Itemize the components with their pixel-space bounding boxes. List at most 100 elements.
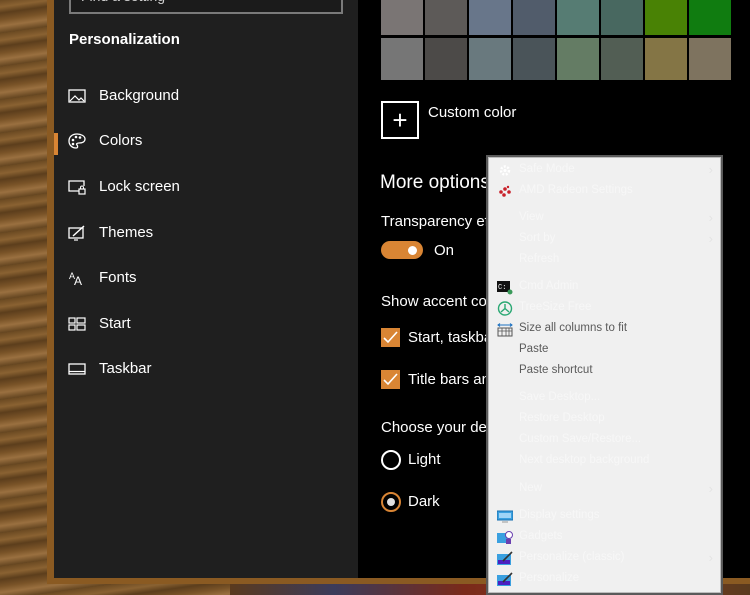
color-swatch[interactable] <box>381 38 423 80</box>
context-menu-item-label: Paste <box>519 343 549 355</box>
context-menu-item-label: TreeSize Free <box>519 301 592 313</box>
palette-icon <box>68 133 86 149</box>
context-menu-item[interactable]: Paste <box>488 340 721 361</box>
light-mode-radio[interactable] <box>381 450 401 470</box>
dark-mode-radio[interactable] <box>381 492 401 512</box>
color-swatch[interactable] <box>513 0 555 35</box>
transparency-state: On <box>434 242 455 259</box>
context-menu-item-label: Paste shortcut <box>519 364 593 376</box>
start-taskbar-checkbox[interactable] <box>381 328 400 347</box>
themes-icon <box>68 225 85 241</box>
submenu-chevron-icon: › <box>708 231 713 246</box>
color-swatch[interactable] <box>425 0 467 35</box>
context-menu-item[interactable]: Paste shortcut <box>488 361 721 382</box>
context-menu-item-label: New <box>519 482 543 494</box>
submenu-chevron-icon: › <box>708 550 713 565</box>
personalize-icon <box>497 572 513 587</box>
transparency-toggle[interactable] <box>381 241 423 259</box>
context-menu-item[interactable]: New › <box>488 479 721 500</box>
context-menu-item[interactable]: Personalize (classic) › <box>488 548 721 569</box>
context-menu-item[interactable]: Next desktop background <box>488 451 721 472</box>
sidebar-item-background[interactable]: Background <box>54 79 358 113</box>
search-icon[interactable]: ⌕ <box>324 0 331 3</box>
context-menu-item[interactable]: Size all columns to fit <box>488 319 721 340</box>
context-menu-item[interactable]: Restore Desktop <box>488 409 721 430</box>
search-placeholder: Find a setting <box>81 0 165 4</box>
gadgets-icon <box>497 530 513 545</box>
svg-text:C:: C: <box>498 284 506 292</box>
cmd-icon: C: <box>497 280 513 295</box>
color-swatch[interactable] <box>469 0 511 35</box>
context-menu-item[interactable]: Gadgets <box>488 527 721 548</box>
color-swatch[interactable] <box>689 0 731 35</box>
gear-icon <box>497 163 513 178</box>
context-menu-item-label: Next desktop background <box>519 454 650 466</box>
color-swatch[interactable] <box>557 38 599 80</box>
context-menu-item-label: Personalize <box>519 572 580 584</box>
find-setting-search[interactable]: Find a setting ⌕ <box>69 0 343 14</box>
light-mode-label[interactable]: Light <box>408 451 441 468</box>
context-menu-item-label: View <box>519 211 544 223</box>
context-menu-item-label: Display settings <box>519 509 600 521</box>
color-swatch[interactable] <box>689 38 731 80</box>
svg-text:A: A <box>74 274 82 286</box>
sidebar-item-label: Background <box>99 87 180 104</box>
context-menu-item[interactable]: Safe Mode › <box>488 160 721 181</box>
context-menu-item-label: Restore Desktop <box>519 412 605 424</box>
lock-screen-icon <box>68 180 86 195</box>
context-menu-item-label: Safe Mode <box>519 163 575 175</box>
desktop-context-menu: Safe Mode › AMD Radeon Settings View › Sort b… <box>486 155 723 595</box>
title-bars-checkbox[interactable] <box>381 370 400 389</box>
context-menu-item-label: Size all columns to fit <box>519 322 628 334</box>
section-title: Personalization <box>69 31 180 48</box>
color-swatch[interactable] <box>513 38 555 80</box>
context-menu-item-label: Gadgets <box>519 530 563 542</box>
context-menu-item-label: Sort by <box>519 232 556 244</box>
checkmark-icon <box>383 331 398 344</box>
custom-color-label[interactable]: Custom color <box>428 104 516 121</box>
sidebar-item-colors[interactable]: Colors <box>54 124 358 158</box>
toggle-knob <box>408 246 417 255</box>
radio-dot <box>387 498 395 506</box>
context-menu-item[interactable]: Refresh <box>488 250 721 271</box>
image-icon <box>68 89 86 103</box>
submenu-chevron-icon: › <box>708 210 713 225</box>
sidebar-item-taskbar[interactable]: Taskbar <box>54 352 358 386</box>
context-menu-item[interactable]: Save Desktop... <box>488 388 721 409</box>
context-menu-item[interactable]: AMD Radeon Settings <box>488 181 721 202</box>
context-menu-item[interactable]: View › <box>488 208 721 229</box>
color-swatch[interactable] <box>601 38 643 80</box>
color-swatch[interactable] <box>645 38 687 80</box>
context-menu-item-label: Personalize (classic) <box>519 551 625 563</box>
context-menu-item[interactable]: C: Cmd Admin <box>488 277 721 298</box>
color-swatch[interactable] <box>469 38 511 80</box>
sidebar-item-start[interactable]: Start <box>54 307 358 341</box>
sidebar-item-lock-screen[interactable]: Lock screen <box>54 170 358 204</box>
sidebar-item-label: Start <box>99 315 131 332</box>
color-swatch[interactable] <box>557 0 599 35</box>
color-swatch[interactable] <box>381 0 423 35</box>
custom-color-button[interactable]: + <box>381 101 419 139</box>
context-menu-item[interactable]: Sort by › <box>488 229 721 250</box>
context-menu-item[interactable]: Personalize <box>488 569 721 590</box>
sidebar-item-fonts[interactable]: AA Fonts <box>54 261 358 295</box>
selected-indicator <box>54 133 58 155</box>
taskbar-icon <box>68 363 86 375</box>
fonts-icon: AA <box>69 271 82 286</box>
treesize-icon <box>497 301 513 316</box>
dark-mode-label[interactable]: Dark <box>408 493 440 510</box>
context-menu-item-label: Refresh <box>519 253 560 265</box>
color-swatch[interactable] <box>425 38 467 80</box>
color-swatch[interactable] <box>645 0 687 35</box>
color-swatch[interactable] <box>601 0 643 35</box>
submenu-chevron-icon: › <box>708 481 713 496</box>
settings-sidebar: Find a setting ⌕ Personalization Backgro… <box>54 0 358 578</box>
sidebar-item-label: Fonts <box>99 269 137 286</box>
display-icon <box>496 509 514 524</box>
context-menu-item-label: Cmd Admin <box>519 280 579 292</box>
context-menu-item[interactable]: Display settings <box>488 506 721 527</box>
context-menu-item[interactable]: TreeSize Free <box>488 298 721 319</box>
columns-icon <box>497 322 513 337</box>
context-menu-item[interactable]: Custom Save/Restore... <box>488 430 721 451</box>
sidebar-item-themes[interactable]: Themes <box>54 216 358 250</box>
